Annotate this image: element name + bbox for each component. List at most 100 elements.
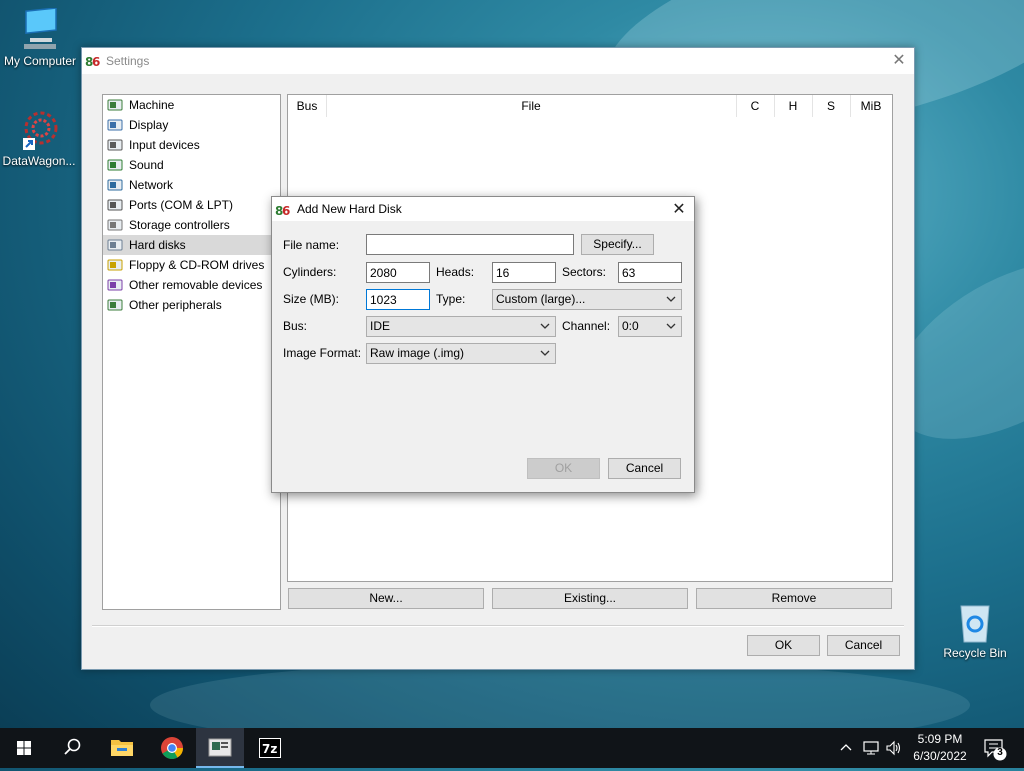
7zip-icon: 7z [259,738,281,758]
taskbar: 7z 5:09 PM 6/30/2022 3 [0,728,1024,768]
heads-label: Heads: [436,265,475,279]
floppy-icon [107,259,123,271]
tree-item-label: Machine [129,98,175,112]
column-header-file[interactable]: File [326,95,737,117]
volume-icon[interactable] [885,739,903,757]
chevron-down-icon [540,323,550,329]
title-bar[interactable]: 8 6 Settings ✕ [82,48,914,74]
tree-item-input-devices[interactable]: Input devices [103,135,280,155]
tree-item-floppy[interactable]: Floppy & CD-ROM drives [103,255,280,275]
clock-date[interactable]: 6/30/2022 [906,749,974,763]
start-button[interactable] [0,728,48,768]
computer-icon [18,7,62,52]
desktop-icon-datawagon[interactable]: DataWagon... [0,108,79,168]
size-input[interactable] [366,289,430,310]
tree-item-display[interactable]: Display [103,115,280,135]
bus-label: Bus: [283,319,308,333]
dialog-title-bar[interactable]: 8 6 Add New Hard Disk ✕ [272,197,694,221]
dialog-cancel-button[interactable]: Cancel [608,458,681,479]
desktop-icon-my-computer[interactable]: My Computer [0,7,80,68]
86box-icon: 8 6 [275,202,291,218]
desktop-icon-label: Recycle Bin [943,646,1007,660]
add-new-hard-disk-dialog: 8 6 Add New Hard Disk ✕ File name: Speci… [271,196,695,493]
chevron-down-icon [666,296,676,302]
tree-item-storage[interactable]: Storage controllers [103,215,280,235]
chevron-down-icon [666,323,676,329]
column-header-h[interactable]: H [774,95,813,117]
network-icon [107,179,123,191]
machine-icon [107,99,123,111]
close-icon: ✕ [892,52,906,69]
chevron-up-icon[interactable] [838,740,854,756]
desktop-icon-recycle-bin[interactable]: Recycle Bin [935,600,1015,660]
channel-label: Channel: [562,319,611,333]
tree-item-sound[interactable]: Sound [103,155,280,175]
tree-item-label: Hard disks [129,238,186,252]
datawagon-icon [17,108,61,152]
tree-item-network[interactable]: Network [103,175,280,195]
type-select-value: Custom (large)... [496,292,586,306]
cylinders-input[interactable] [366,262,430,283]
notification-count-badge: 3 [997,747,1003,758]
column-header-bus[interactable]: Bus [288,95,327,117]
column-header-mib[interactable]: MiB [850,95,892,117]
cancel-button[interactable]: Cancel [827,635,900,656]
search-button[interactable] [48,728,96,768]
type-select[interactable]: Custom (large)... [492,289,682,310]
86box-taskbar-button[interactable] [196,728,244,768]
search-icon [64,738,81,755]
bus-select[interactable]: IDE [366,316,556,337]
dialog-close-button[interactable]: ✕ [668,199,690,221]
tree-item-label: Ports (COM & LPT) [129,198,234,212]
image-format-select[interactable]: Raw image (.img) [366,343,556,364]
ok-button[interactable]: OK [747,635,820,656]
tree-item-removable[interactable]: Other removable devices [103,275,280,295]
sound-icon [107,159,123,171]
size-label: Size (MB): [283,292,340,306]
tree-item-machine[interactable]: Machine [103,95,280,115]
close-button[interactable]: ✕ [888,50,910,72]
file-name-input[interactable] [366,234,574,255]
display-icon [107,119,123,131]
86box-icon [208,738,232,757]
ports-icon [107,199,123,211]
file-name-label: File name: [283,238,340,252]
tree-item-label: Other peripherals [129,298,222,312]
column-header-c[interactable]: C [736,95,775,117]
chrome-icon [161,737,183,759]
tree-item-label: Storage controllers [129,218,230,232]
tree-item-peripherals[interactable]: Other peripherals [103,295,280,315]
dialog-ok-button[interactable]: OK [527,458,600,479]
desktop-icon-label: My Computer [3,54,77,68]
dialog-title: Add New Hard Disk [297,202,402,216]
column-header-s[interactable]: S [812,95,851,117]
settings-category-tree[interactable]: Machine Display Input devices Sound Network P… [102,94,281,610]
network-icon[interactable] [862,739,880,757]
new-disk-button[interactable]: New... [288,588,484,609]
sectors-label: Sectors: [562,265,607,279]
channel-select[interactable]: 0:0 [618,316,682,337]
existing-disk-button[interactable]: Existing... [492,588,688,609]
start-icon [17,741,31,755]
chevron-down-icon [540,350,550,356]
peripherals-icon [107,299,123,311]
7zip-button[interactable]: 7z [246,728,294,768]
clock-time[interactable]: 5:09 PM [906,732,974,746]
removable-icon [107,279,123,291]
file-explorer-button[interactable] [98,728,146,768]
sectors-input[interactable] [618,262,682,283]
remove-disk-button[interactable]: Remove [696,588,892,609]
heads-input[interactable] [492,262,556,283]
specify-button[interactable]: Specify... [581,234,654,255]
tree-item-label: Sound [129,158,164,172]
desktop-icon-label: DataWagon... [2,154,76,168]
divider [92,625,904,627]
svg-text:6: 6 [92,55,100,69]
tree-item-ports[interactable]: Ports (COM & LPT) [103,195,280,215]
chrome-button[interactable] [148,728,196,768]
tree-item-hard-disk[interactable]: Hard disks [103,235,280,255]
tree-item-label: Floppy & CD-ROM drives [129,258,265,272]
channel-select-value: 0:0 [622,319,639,333]
storage-icon [107,219,123,231]
notifications-button[interactable]: 3 [980,734,1010,762]
